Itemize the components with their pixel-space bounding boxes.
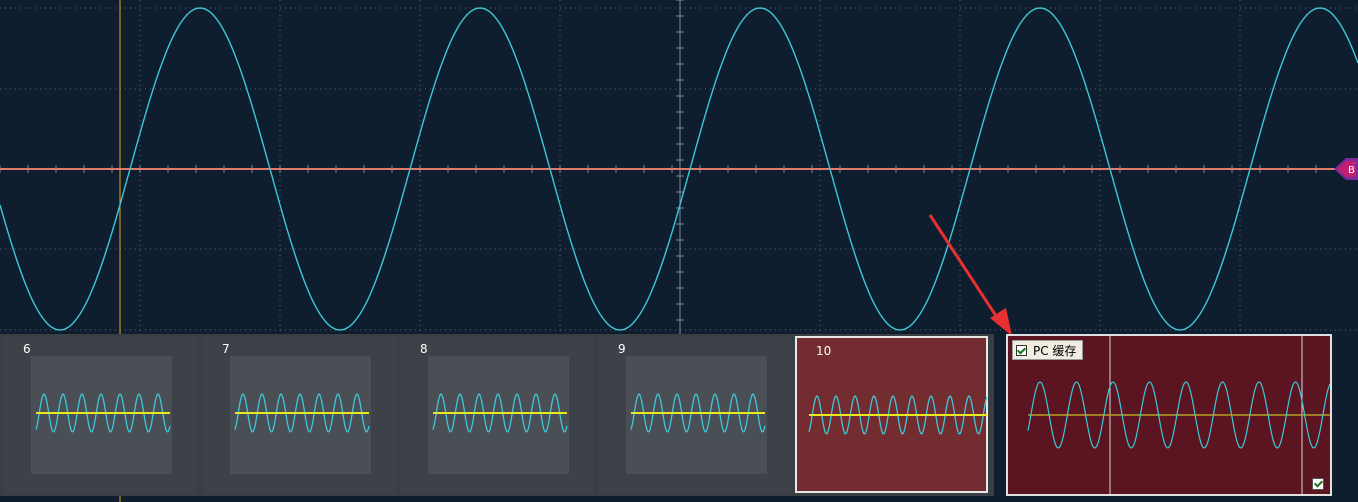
corner-checkbox[interactable] <box>1312 478 1324 490</box>
frame-waveform <box>35 393 171 433</box>
thumbnail-frame[interactable]: 9 <box>599 336 792 493</box>
frame-waveform <box>808 395 988 435</box>
thumbnail-frame[interactable]: 7 <box>203 336 396 493</box>
checkbox-icon[interactable] <box>1016 344 1027 356</box>
frame-waveform <box>630 393 766 433</box>
pc-buffer-checkbox[interactable]: PC 缓存 <box>1012 340 1084 360</box>
thumbnail-frame[interactable]: 6 <box>4 336 197 493</box>
channel-b-marker[interactable]: B <box>1334 158 1358 180</box>
thumbnail-frame[interactable]: 8 <box>401 336 594 493</box>
channel-b-label: B <box>1348 165 1355 176</box>
frame-waveform <box>234 393 370 433</box>
pc-buffer-label: PC 缓存 <box>1033 343 1077 358</box>
pc-buffer-panel[interactable]: PC 缓存 <box>1006 334 1332 496</box>
frame-waveform <box>432 393 568 433</box>
thumbnail-frame-selected[interactable]: 10 <box>795 336 988 493</box>
